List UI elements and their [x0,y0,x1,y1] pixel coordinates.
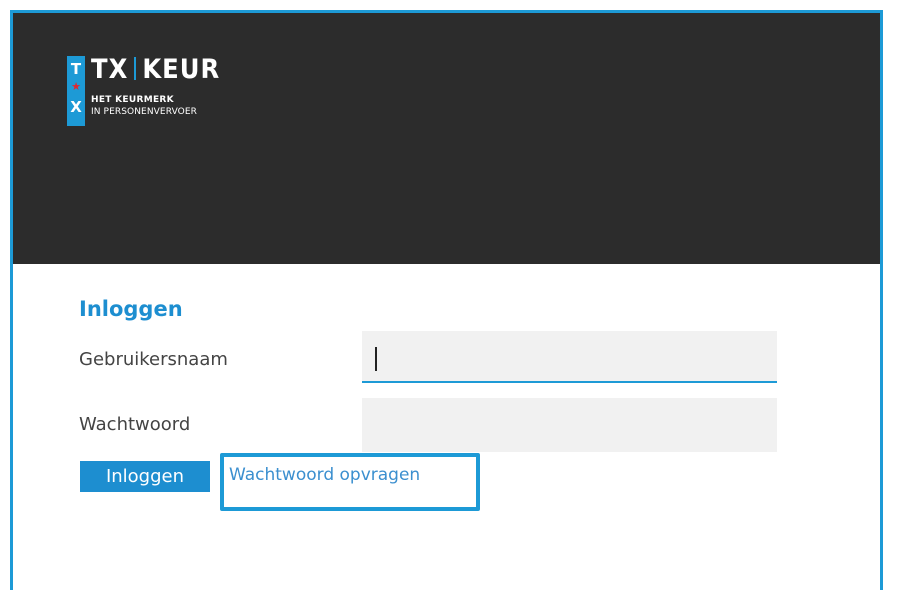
username-label: Gebruikersnaam [79,349,228,370]
star-icon: ★ [71,80,81,93]
logo-wordmark: TX KEUR [91,54,220,86]
logo-tagline-line2: IN PERSONENVERVOER [91,107,197,117]
logo-tagline: HET KEURMERK IN PERSONENVERVOER [91,94,197,118]
logo-word-tx: TX [91,54,129,85]
header-bar: T ★ X TX KEUR HET KEURMERK IN PERSONENVER… [13,13,880,264]
logo-word-keur: KEUR [142,54,221,85]
logo-badge-t: T [70,60,82,78]
password-label: Wachtwoord [79,414,191,435]
logo-tagline-line1: HET KEURMERK [91,95,174,105]
text-caret [375,347,377,371]
password-input[interactable] [362,398,777,452]
forgot-password-link[interactable]: Wachtwoord opvragen [229,465,420,485]
logo-badge-x: X [70,98,82,116]
username-input[interactable] [362,331,777,383]
logo-separator [134,57,137,80]
login-button[interactable]: Inloggen [80,461,210,492]
logo-badge: T ★ X [67,56,85,126]
page-frame: T ★ X TX KEUR HET KEURMERK IN PERSONENVER… [10,10,883,590]
login-title: Inloggen [79,297,183,321]
